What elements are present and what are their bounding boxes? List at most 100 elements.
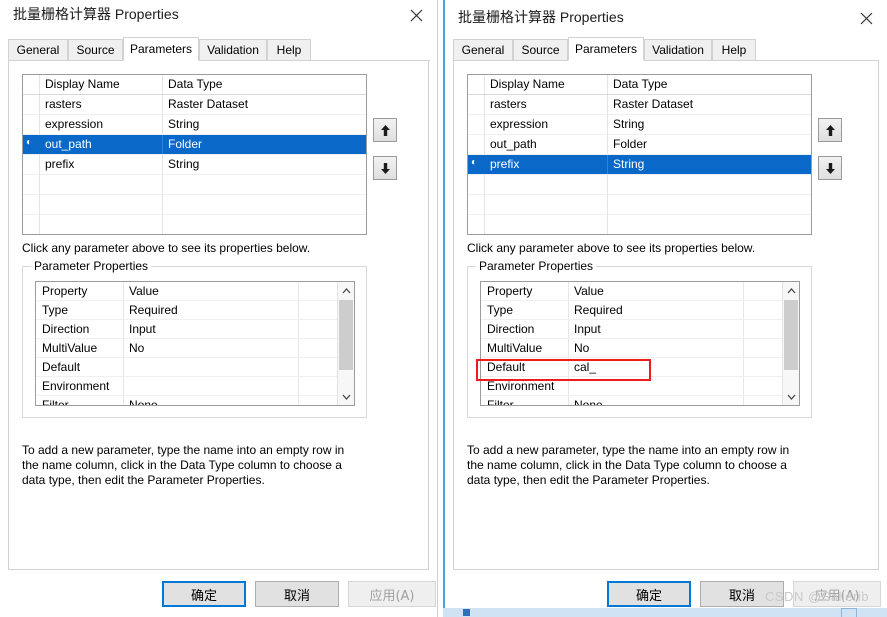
ok-button[interactable]: 确定 xyxy=(162,581,246,607)
tab-help[interactable]: Help xyxy=(267,39,311,60)
property-row: Default xyxy=(36,358,354,377)
table-row-selected[interactable]: ◐ prefix String xyxy=(468,155,811,175)
cell-display-name[interactable]: rasters xyxy=(485,95,608,114)
ok-button[interactable]: 确定 xyxy=(607,581,691,607)
property-value[interactable] xyxy=(124,358,299,376)
cell-data-type[interactable]: Raster Dataset xyxy=(163,95,366,114)
cell-data-type[interactable]: String xyxy=(163,155,366,174)
cell-display-name[interactable]: prefix xyxy=(40,155,163,174)
tab-general[interactable]: General xyxy=(8,39,68,60)
cell-data-type[interactable]: Raster Dataset xyxy=(608,95,811,114)
table-row[interactable]: out_path Folder xyxy=(468,135,811,155)
property-name: Type xyxy=(36,301,124,319)
property-value[interactable]: None xyxy=(569,396,744,405)
tab-parameters[interactable]: Parameters xyxy=(123,37,199,61)
cell-display-name[interactable] xyxy=(40,195,163,214)
property-row: MultiValue No xyxy=(36,339,354,358)
table-row[interactable]: prefix String xyxy=(23,155,366,175)
gutter-cell: ◐ xyxy=(468,155,485,174)
properties-grid[interactable]: Property Value Type Required Direction Inp… xyxy=(35,281,355,406)
cell-data-type[interactable] xyxy=(163,215,366,234)
scroll-up-icon[interactable] xyxy=(783,282,799,299)
property-value[interactable]: None xyxy=(124,396,299,405)
move-up-button[interactable] xyxy=(818,118,842,142)
table-row-selected[interactable]: ◐ out_path Folder xyxy=(23,135,366,155)
property-value[interactable]: Required xyxy=(569,301,744,319)
tab-help[interactable]: Help xyxy=(712,39,756,60)
tab-source[interactable]: Source xyxy=(68,39,123,60)
cell-data-type[interactable] xyxy=(608,175,811,194)
cell-data-type[interactable] xyxy=(608,215,811,234)
cell-data-type[interactable] xyxy=(608,195,811,214)
close-icon[interactable] xyxy=(395,0,437,30)
scrollbar-thumb[interactable] xyxy=(784,300,798,370)
table-row[interactable] xyxy=(23,215,366,234)
table-row[interactable] xyxy=(468,175,811,195)
property-name: Filter xyxy=(36,396,124,405)
cell-display-name[interactable] xyxy=(485,215,608,234)
properties-window-left: 批量栅格计算器 Properties General Source Parame… xyxy=(0,0,438,617)
tab-source[interactable]: Source xyxy=(513,39,568,60)
tab-validation[interactable]: Validation xyxy=(644,39,712,60)
tab-parameters[interactable]: Parameters xyxy=(568,37,644,61)
add-parameter-description: To add a new parameter, type the name in… xyxy=(467,443,790,487)
cell-data-type[interactable] xyxy=(163,175,366,194)
table-row[interactable] xyxy=(468,195,811,215)
parameter-grid[interactable]: Display Name Data Type rasters Raster Dat… xyxy=(467,74,812,235)
properties-scrollbar[interactable] xyxy=(337,282,354,405)
cell-data-type[interactable]: String xyxy=(608,115,811,134)
tab-validation[interactable]: Validation xyxy=(199,39,267,60)
tab-strip: General Source Parameters Validation Hel… xyxy=(453,37,875,61)
cell-display-name[interactable] xyxy=(40,175,163,194)
table-row[interactable] xyxy=(468,215,811,234)
property-value[interactable]: No xyxy=(124,339,299,357)
property-value[interactable] xyxy=(569,377,744,395)
table-row[interactable] xyxy=(23,175,366,195)
table-row[interactable]: expression String xyxy=(468,115,811,135)
cell-display-name[interactable] xyxy=(485,175,608,194)
scroll-up-icon[interactable] xyxy=(338,282,354,299)
cell-display-name[interactable] xyxy=(40,215,163,234)
row-selector-icon: ◐ xyxy=(26,137,33,148)
move-down-button[interactable] xyxy=(373,156,397,180)
cell-display-name[interactable]: prefix xyxy=(485,155,608,174)
move-down-button[interactable] xyxy=(818,156,842,180)
gutter-cell xyxy=(23,195,40,214)
parameter-hint-text: Click any parameter above to see its pro… xyxy=(22,241,311,255)
cell-display-name[interactable] xyxy=(485,195,608,214)
column-header-property: Property xyxy=(36,282,124,300)
cell-data-type[interactable] xyxy=(163,195,366,214)
table-row[interactable]: rasters Raster Dataset xyxy=(23,95,366,115)
cell-display-name[interactable]: expression xyxy=(485,115,608,134)
cell-data-type[interactable]: Folder xyxy=(163,135,366,154)
cell-data-type[interactable]: String xyxy=(608,155,811,174)
taskbar-peek xyxy=(443,608,887,617)
table-row[interactable]: rasters Raster Dataset xyxy=(468,95,811,115)
parameter-grid[interactable]: Display Name Data Type rasters Raster Dat… xyxy=(22,74,367,235)
scrollbar-thumb[interactable] xyxy=(339,300,353,370)
scroll-down-icon[interactable] xyxy=(783,388,799,405)
table-row[interactable] xyxy=(23,195,366,215)
window-title-cjk: 批量栅格计算器 xyxy=(458,10,556,26)
cell-display-name[interactable]: out_path xyxy=(485,135,608,154)
cell-display-name[interactable]: rasters xyxy=(40,95,163,114)
properties-grid[interactable]: Property Value Type Required Direction Inp… xyxy=(480,281,800,406)
property-value[interactable]: Input xyxy=(569,320,744,338)
cell-data-type[interactable]: Folder xyxy=(608,135,811,154)
scroll-down-icon[interactable] xyxy=(338,388,354,405)
cell-display-name[interactable]: out_path xyxy=(40,135,163,154)
cell-display-name[interactable]: expression xyxy=(40,115,163,134)
property-value[interactable]: cal_ xyxy=(569,358,744,376)
cancel-button[interactable]: 取消 xyxy=(255,581,339,607)
tab-general[interactable]: General xyxy=(453,39,513,60)
cell-data-type[interactable]: String xyxy=(163,115,366,134)
property-value[interactable]: Required xyxy=(124,301,299,319)
property-value[interactable] xyxy=(124,377,299,395)
table-row[interactable]: expression String xyxy=(23,115,366,135)
property-value[interactable]: No xyxy=(569,339,744,357)
property-value[interactable]: Input xyxy=(124,320,299,338)
close-icon[interactable] xyxy=(845,3,887,33)
properties-scrollbar[interactable] xyxy=(782,282,799,405)
move-up-button[interactable] xyxy=(373,118,397,142)
column-header-display-name: Display Name xyxy=(485,75,608,94)
